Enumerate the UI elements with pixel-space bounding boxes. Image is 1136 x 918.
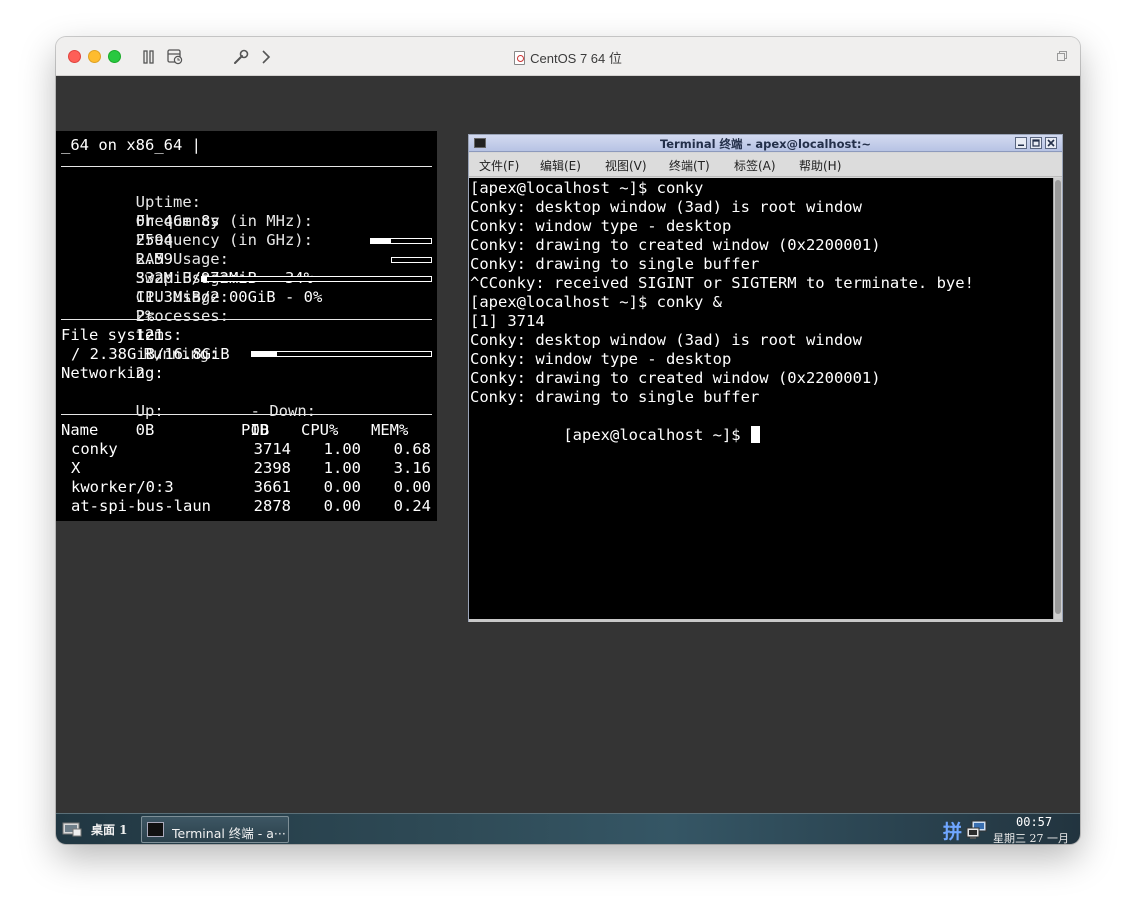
proc-name: kworker/0:3: [71, 478, 174, 496]
terminal-title: Terminal 终端 - apex@localhost:~: [659, 137, 872, 151]
divider: [61, 319, 432, 320]
network-icon[interactable]: [966, 820, 988, 840]
conky-panel: _64 on x86_64 | Uptime: 0h 46m 8s Freque…: [56, 131, 437, 521]
filesystem-usage-bar: [251, 351, 432, 357]
ram-usage-fill: [371, 239, 392, 243]
proc-name: conky: [71, 440, 118, 458]
vm-titlebar: CentOS 7 64 位: [56, 37, 1080, 76]
workspace-switcher-icon[interactable]: [62, 821, 82, 837]
vm-window: CentOS 7 64 位 _64 on x86_64 | Uptime: 0h…: [56, 37, 1080, 844]
terminal-task-icon: [147, 822, 164, 837]
terminal-line: [apex@localhost ~]$ conky: [470, 179, 704, 197]
terminal-line: Conky: drawing to created window (0x2200…: [470, 236, 881, 254]
terminal-output[interactable]: [apex@localhost ~]$ conky Conky: desktop…: [469, 178, 1053, 619]
clock-date: 星期三 27 一月: [993, 832, 1069, 844]
menu-terminal[interactable]: 终端(T): [669, 157, 710, 174]
terminal-maximize-button[interactable]: [1030, 137, 1042, 149]
restore-icon[interactable]: [1056, 50, 1068, 62]
proc-header-cpu: CPU%: [301, 421, 339, 439]
proc-pid: 2398: [253, 459, 291, 477]
workspace-label[interactable]: 桌面 1: [91, 821, 128, 838]
maximize-icon: [1032, 139, 1040, 147]
ram-usage-bar: [370, 238, 432, 244]
ram-row: RAM Usage: 332MiB/972MiB - 34%: [61, 231, 313, 287]
menu-view[interactable]: 视图(V): [605, 157, 647, 174]
terminal-line: ^CConky: received SIGINT or SIGTERM to t…: [470, 274, 974, 292]
clock-time[interactable]: 00:57: [1016, 815, 1052, 829]
cpu-usage-bar: [201, 276, 432, 282]
terminal-close-button[interactable]: [1045, 137, 1057, 149]
cpu-usage-fill: [202, 277, 207, 281]
vm-title: CentOS 7 64 位: [56, 48, 1080, 68]
minimize-icon: [1018, 144, 1024, 146]
proc-cpu: 1.00: [323, 440, 361, 458]
filesystems-label: File systems:: [61, 326, 183, 344]
menu-edit[interactable]: 编辑(E): [540, 157, 581, 174]
swap-usage-bar: [391, 257, 432, 263]
proc-cpu: 1.00: [323, 459, 361, 477]
terminal-window[interactable]: Terminal 终端 - apex@localhost:~ 文件(F) 编辑(…: [468, 134, 1063, 622]
uptime-row: Uptime: 0h 46m 8s: [61, 174, 220, 230]
input-method-icon[interactable]: 拼: [943, 817, 962, 844]
divider: [61, 414, 432, 415]
terminal-titlebar[interactable]: Terminal 终端 - apex@localhost:~: [469, 135, 1062, 152]
proc-pid: 3661: [253, 478, 291, 496]
processes-label: Processes:: [135, 307, 229, 325]
terminal-cursor: [750, 426, 760, 443]
up-value: 0B: [135, 421, 155, 439]
swap-row: Swap Usage: 11.3MiB/2.00GiB - 0%: [61, 250, 323, 306]
down-label: - Down:: [250, 402, 316, 420]
proc-name: at-spi-bus-laun: [71, 497, 211, 515]
terminal-menubar: 文件(F) 编辑(E) 视图(V) 终端(T) 标签(A) 帮助(H): [469, 153, 1062, 177]
vm-title-text: CentOS 7 64 位: [530, 51, 622, 66]
filesystem-usage-fill: [252, 352, 278, 356]
terminal-line: Conky: drawing to single buffer: [470, 255, 760, 273]
scrollbar-thumb[interactable]: [1055, 180, 1061, 614]
guest-desktop: _64 on x86_64 | Uptime: 0h 46m 8s Freque…: [56, 76, 1080, 813]
terminal-bottom-edge: [469, 619, 1062, 622]
network-row: Up: 0B: [61, 383, 164, 439]
proc-cpu: 0.00: [323, 478, 361, 496]
terminal-line: Conky: window type - desktop: [470, 350, 732, 368]
proc-pid: 2878: [253, 497, 291, 515]
terminal-line: [1] 3714: [470, 312, 545, 330]
terminal-line: Conky: drawing to created window (0x2200…: [470, 369, 881, 387]
taskbar-terminal-button[interactable]: Terminal 终端 - a···: [141, 816, 289, 843]
proc-header-mem: MEM%: [371, 421, 409, 439]
terminal-line: [apex@localhost ~]$ conky &: [470, 293, 722, 311]
proc-cpu: 0.00: [323, 497, 361, 515]
document-icon: [514, 50, 526, 65]
divider: [61, 166, 432, 167]
proc-name: X: [71, 459, 81, 477]
terminal-scrollbar[interactable]: [1053, 178, 1062, 619]
proc-header-name: Name: [61, 421, 99, 439]
freq-mhz-row: Frequency (in MHz): 2594: [61, 193, 313, 249]
taskbar-terminal-label: Terminal 终端 - a···: [172, 826, 286, 841]
networking-label: Networking:: [61, 364, 164, 382]
taskbar: 桌面 1 Terminal 终端 - a··· 拼 00:57 星期三 27 一…: [56, 813, 1080, 844]
close-icon: [1047, 139, 1055, 147]
terminal-line: Conky: desktop window (3ad) is root wind…: [470, 331, 862, 349]
proc-mem: 3.16: [393, 459, 431, 477]
freq-ghz-row: Frequency (in GHz): 2.59: [61, 212, 313, 268]
proc-mem: 0.24: [393, 497, 431, 515]
processes-row: Processes: 121 Running: 2: [61, 288, 229, 382]
terminal-minimize-button[interactable]: [1015, 137, 1027, 149]
terminal-prompt: [apex@localhost ~]$: [563, 426, 750, 444]
down-stat: - Down: 0B: [176, 383, 316, 439]
proc-header-pid: PID: [241, 421, 269, 439]
proc-pid: 3714: [253, 440, 291, 458]
terminal-prompt-line[interactable]: [apex@localhost ~]$: [470, 407, 760, 444]
terminal-line: Conky: window type - desktop: [470, 217, 732, 235]
terminal-line: Conky: desktop window (3ad) is root wind…: [470, 198, 862, 216]
proc-mem: 0.68: [393, 440, 431, 458]
terminal-line: Conky: drawing to single buffer: [470, 388, 760, 406]
proc-mem: 0.00: [393, 478, 431, 496]
up-label: Up:: [135, 402, 164, 420]
menu-file[interactable]: 文件(F): [479, 157, 519, 174]
filesystem-root: / 2.38GiB/16.8GiB: [71, 345, 230, 363]
menu-help[interactable]: 帮助(H): [799, 157, 841, 174]
menu-tabs[interactable]: 标签(A): [734, 157, 776, 174]
conky-header: _64 on x86_64 |: [61, 136, 201, 154]
